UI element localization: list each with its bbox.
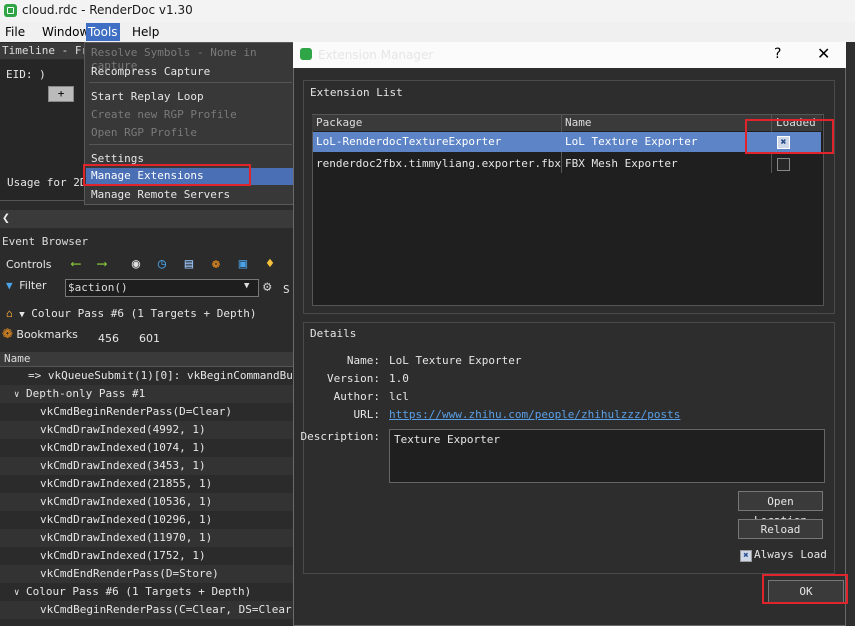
event-row[interactable]: vkCmdDrawIndexed(10296, 1) — [0, 511, 335, 529]
reload-button[interactable]: Reload — [738, 519, 823, 539]
loaded-checkbox[interactable] — [777, 158, 790, 171]
event-row[interactable]: vkCmdEndRenderPass(D=Store) — [0, 565, 335, 583]
cell-name: LoL Texture Exporter — [565, 135, 698, 148]
usage-label: Usage for 2D — [7, 176, 87, 189]
highlight-box — [762, 574, 848, 604]
bookmark-item[interactable]: 601 — [139, 332, 160, 345]
menu-item-recompress-capture[interactable]: Recompress Capture — [91, 65, 210, 78]
version-label: Version: — [327, 372, 380, 385]
event-row[interactable]: => vkQueueSubmit(1)[0]: vkBeginCommandBu… — [0, 367, 323, 385]
event-row[interactable]: ∨ Colour Pass #6 (1 Targets + Depth) — [0, 583, 309, 601]
save-icon[interactable]: ▣ — [235, 256, 251, 272]
description-text: Texture Exporter — [394, 433, 500, 446]
event-label: Depth-only Pass #1 — [26, 387, 146, 400]
puzzle-icon[interactable]: ♦ — [262, 256, 278, 272]
event-row[interactable]: vkCmdDrawIndexed(11970, 1) — [0, 529, 335, 547]
chevron-down-icon[interactable]: ∨ — [14, 588, 19, 598]
extension-list-label: Extension List — [310, 86, 403, 99]
cell-name: FBX Mesh Exporter — [565, 157, 678, 170]
table-row[interactable]: renderdoc2fbx.timmyliang.exporter.fbx FB… — [313, 154, 821, 174]
close-icon[interactable]: ✕ — [817, 44, 830, 63]
renderdoc-app-icon — [300, 48, 312, 60]
current-pass-label: Colour Pass #6 (1 Targets + Depth) — [31, 307, 257, 320]
event-list-header[interactable]: Name — [0, 352, 299, 367]
clock-icon[interactable]: ◷ — [154, 256, 170, 272]
settings-label: S — [283, 283, 290, 296]
event-row[interactable]: vkCmdBeginRenderPass(D=Clear) — [0, 403, 335, 421]
version-value: 1.0 — [389, 372, 409, 385]
menu-tools[interactable]: Tools — [86, 23, 120, 41]
filter-label: Filter — [19, 279, 47, 292]
menu-item-start-replay-loop[interactable]: Start Replay Loop — [91, 90, 204, 103]
event-browser-title: Event Browser — [2, 235, 89, 248]
event-label: Colour Pass #6 (1 Targets + Depth) — [26, 585, 252, 598]
menu-separator — [89, 144, 292, 145]
author-value: lcl — [389, 390, 409, 403]
menu-file[interactable]: File — [3, 25, 27, 39]
event-row[interactable]: ∨ Depth-only Pass #1 — [0, 385, 309, 403]
menu-item-create-rgp-profile: Create new RGP Profile — [91, 108, 237, 121]
menubar: File Window Tools Help — [0, 22, 855, 42]
chevron-down-icon[interactable]: ▼ — [19, 310, 24, 320]
always-load-label: Always Load — [754, 548, 827, 561]
horizontal-scrollbar[interactable] — [0, 210, 295, 228]
window-titlebar: cloud.rdc - RenderDoc v1.30 — [0, 0, 855, 22]
url-link[interactable]: https://www.zhihu.com/people/zhihulzzz/p… — [389, 408, 680, 421]
scroll-left-icon[interactable]: ❮ — [2, 211, 14, 226]
filter-icon: ▼ — [6, 279, 13, 292]
author-label: Author: — [333, 390, 380, 403]
bar-chart-icon[interactable]: ▤ — [181, 256, 197, 272]
arrow-left-icon[interactable]: ⟵ — [68, 256, 84, 272]
filter-input[interactable]: $action() — [65, 279, 259, 297]
open-location-button[interactable]: Open Location — [738, 491, 823, 527]
eid-label: EID: ) — [6, 68, 46, 81]
help-button[interactable]: ? — [774, 46, 781, 62]
chevron-down-icon[interactable]: ▼ — [244, 281, 249, 291]
filter-row: ▼ Filter — [6, 279, 47, 292]
chevron-down-icon[interactable]: ∨ — [14, 390, 19, 400]
menu-separator — [89, 82, 292, 83]
gear-icon[interactable]: ⚙ — [263, 279, 271, 295]
name-label: Name: — [346, 354, 380, 367]
details-label: Details — [310, 327, 357, 340]
column-header-name[interactable]: Name — [565, 116, 592, 129]
home-icon[interactable]: ⌂ — [6, 307, 13, 320]
highlight-box — [745, 119, 834, 154]
cell-package: renderdoc2fbx.timmyliang.exporter.fbx — [316, 157, 562, 170]
event-row[interactable]: vkCmdDrawIndexed(21855, 1) — [0, 475, 335, 493]
description-label: Description: — [300, 430, 380, 443]
menu-item-manage-remote-servers[interactable]: Manage Remote Servers — [91, 188, 230, 201]
arrow-right-icon[interactable]: ⟶ — [94, 256, 110, 272]
cell-package: LoL-RenderdocTextureExporter — [316, 135, 502, 148]
window-title: cloud.rdc - RenderDoc v1.30 — [22, 3, 193, 17]
always-load-checkbox[interactable]: ✖ — [740, 550, 752, 562]
menu-window[interactable]: Window — [40, 25, 91, 39]
controls-label: Controls — [6, 258, 52, 271]
bookmarks-label: Bookmarks — [16, 328, 78, 341]
bookmarks-row: ❁ Bookmarks — [2, 327, 78, 342]
dialog-title: Extension Manager — [318, 48, 434, 62]
column-header-package[interactable]: Package — [316, 116, 362, 129]
bookmark-item[interactable]: 456 — [98, 332, 119, 345]
renderdoc-app-icon — [4, 4, 17, 17]
bookmark-asterisk-icon: ❁ — [2, 327, 13, 342]
menu-item-open-rgp-profile: Open RGP Profile — [91, 126, 197, 139]
event-row[interactable]: vkCmdDrawIndexed(1752, 1) — [0, 547, 335, 565]
url-label: URL: — [353, 408, 381, 421]
event-row[interactable]: vkCmdDrawIndexed(10536, 1) — [0, 493, 335, 511]
event-row[interactable]: vkCmdDrawIndexed(4992, 1) — [0, 421, 335, 439]
current-pass-row[interactable]: ⌂ ▼ Colour Pass #6 (1 Targets + Depth) — [6, 307, 256, 320]
event-row[interactable]: vkCmdBeginRenderPass(C=Clear, DS=Clear) — [0, 601, 335, 619]
event-row[interactable]: vkCmdDrawIndexed(3453, 1) — [0, 457, 335, 475]
menu-help[interactable]: Help — [130, 25, 161, 39]
name-value: LoL Texture Exporter — [389, 354, 522, 367]
find-binoculars-icon[interactable]: ◉ — [128, 256, 144, 272]
event-list: => vkQueueSubmit(1)[0]: vkBeginCommandBu… — [0, 367, 335, 626]
highlight-box — [83, 164, 251, 186]
asterisk-icon[interactable]: ❁ — [208, 256, 224, 272]
event-row[interactable]: vkCmdDrawIndexed(1074, 1) — [0, 439, 335, 457]
expand-button[interactable]: + — [48, 86, 74, 102]
